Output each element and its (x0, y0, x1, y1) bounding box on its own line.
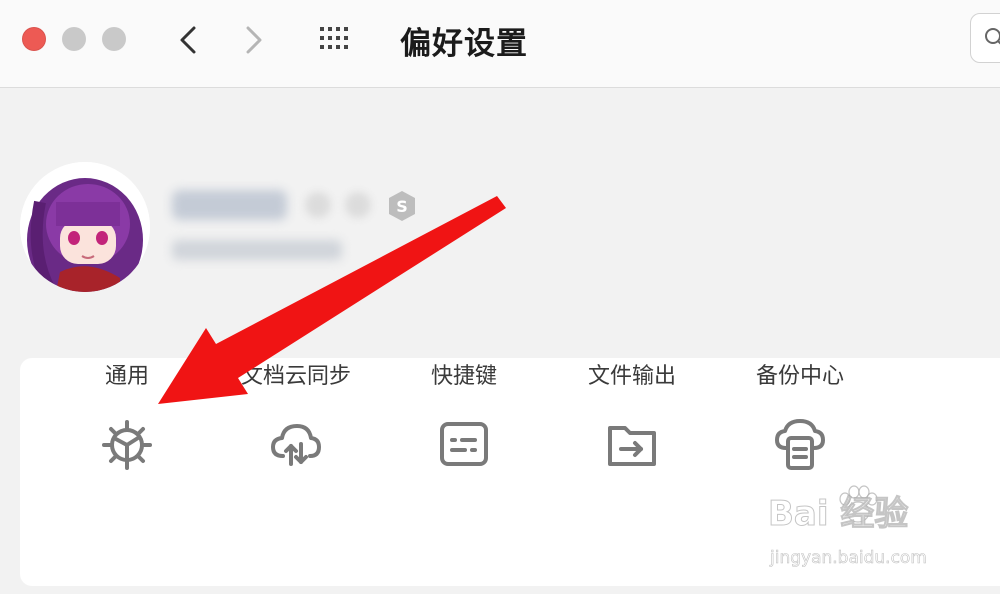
watermark-url: jingyan.baidu.com (770, 548, 927, 569)
watermark-brand: Bai 经验 (767, 494, 909, 535)
